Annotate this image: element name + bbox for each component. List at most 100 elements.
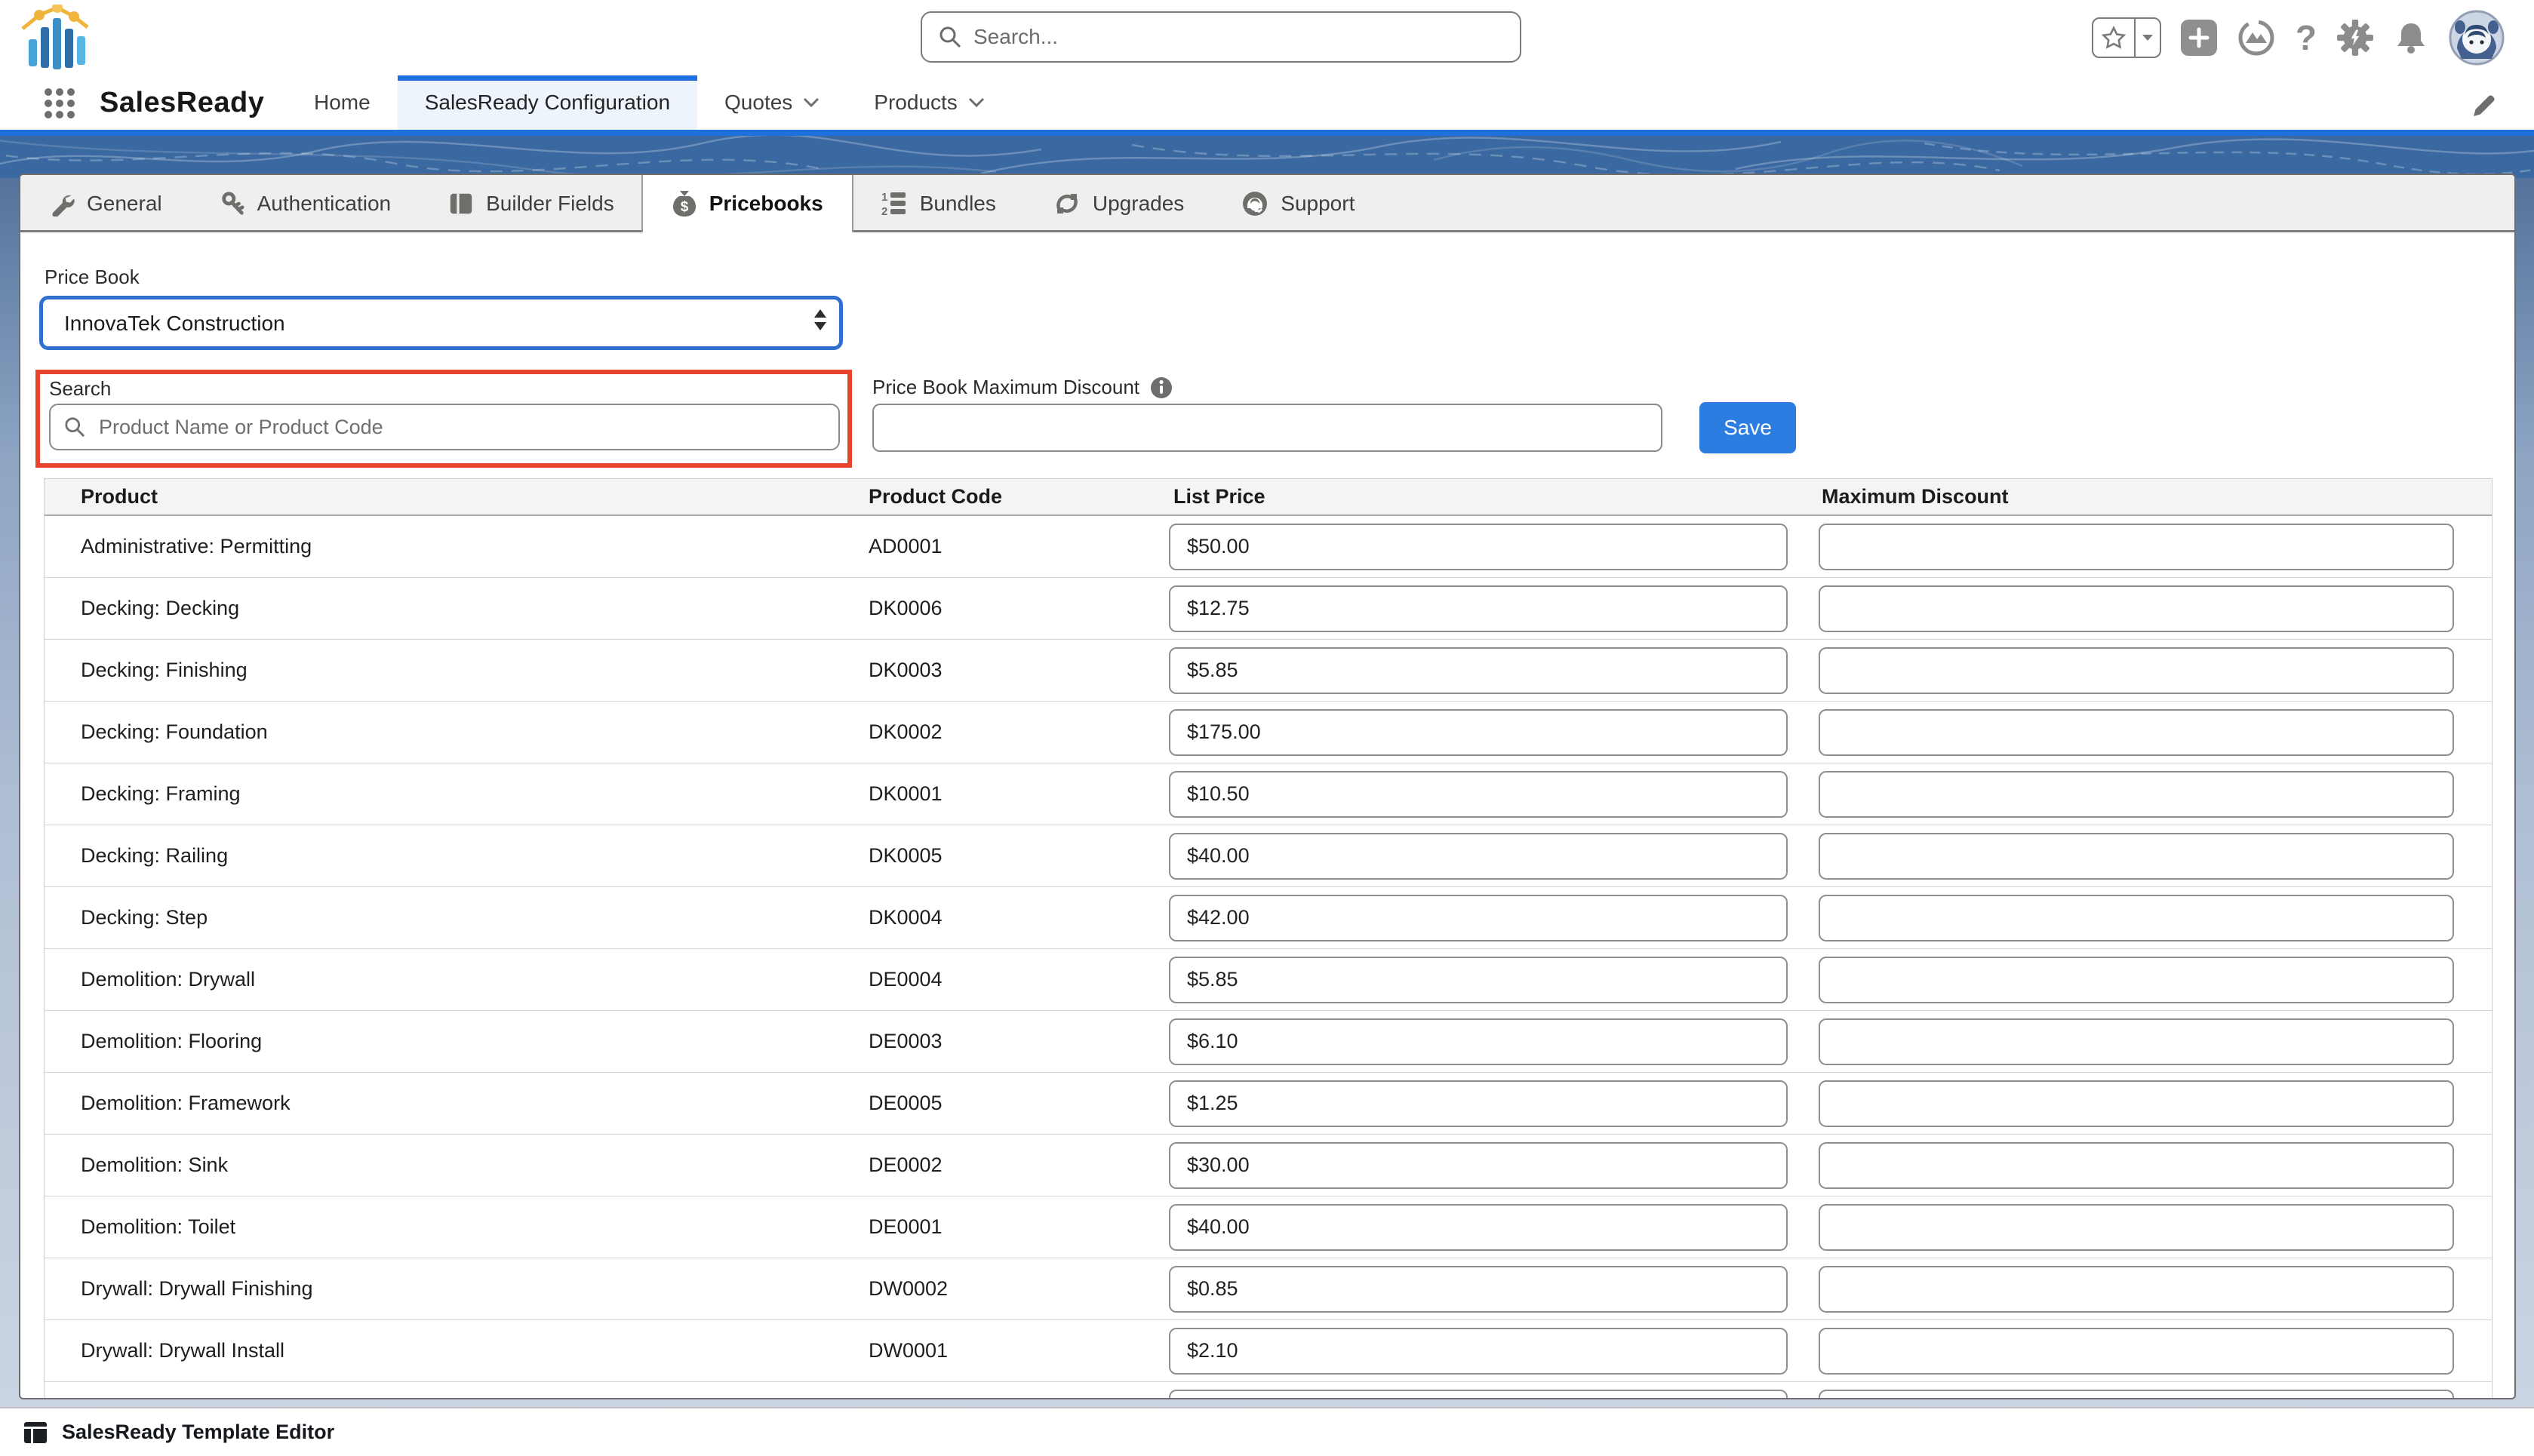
list-price-input[interactable] [1169,1018,1788,1065]
nav-tab-quotes[interactable]: Quotes [697,75,847,130]
product-search-input[interactable] [97,415,776,440]
app-launcher-icon[interactable] [44,88,75,119]
annotation-highlight-box: Search [35,370,852,468]
table-row: Demolition: Flooring DE0003 [45,1011,2492,1073]
guidance-icon[interactable] [2237,18,2276,57]
max-discount-cell-input[interactable] [1819,1142,2454,1189]
product-name: Decking: Railing [45,844,869,868]
utility-bar-label[interactable]: SalesReady Template Editor [62,1421,334,1444]
list-price-input[interactable] [1169,1142,1788,1189]
favorites-button[interactable] [2092,17,2161,58]
money-bag-icon: $ [672,189,697,218]
list-price-input[interactable] [1169,709,1788,756]
product-name: Decking: Foundation [45,720,869,744]
max-discount-cell-input[interactable] [1819,1390,2454,1399]
product-name: Demolition: Drywall [45,968,869,991]
price-book-select-wrap: InnovaTek Construction [39,296,843,350]
help-icon[interactable]: ? [2296,20,2317,55]
list-price-input[interactable] [1169,1328,1788,1375]
max-discount-input[interactable] [872,404,1662,452]
table-row [45,1382,2492,1398]
numbered-list-icon: 1 2 [881,190,908,217]
column-header-maximum-discount: Maximum Discount [1819,485,2492,508]
tab-general[interactable]: General [20,175,191,232]
max-discount-cell-input[interactable] [1819,1266,2454,1313]
max-discount-cell-input[interactable] [1819,1204,2454,1251]
key-icon [220,191,245,217]
table-row: Demolition: Toilet DE0001 [45,1196,2492,1258]
max-discount-cell-input[interactable] [1819,895,2454,941]
max-discount-cell-input[interactable] [1819,709,2454,756]
nav-tab-products[interactable]: Products [847,75,1012,130]
product-name: Demolition: Flooring [45,1030,869,1053]
list-price-input[interactable] [1169,585,1788,632]
salesready-app: ? [0,0,2534,1456]
max-discount-cell-input[interactable] [1819,647,2454,694]
table-header: Product Product Code List Price Maximum … [45,479,2492,516]
max-discount-cell-input[interactable] [1819,1080,2454,1127]
list-price-input[interactable] [1169,1390,1788,1399]
product-code: DW0001 [869,1339,1169,1362]
config-tabstrip: General Authentication B [20,175,2514,232]
product-code: AD0001 [869,535,1169,558]
price-book-label: Price Book [45,266,140,289]
product-name: Decking: Decking [45,597,869,620]
pricebooks-panel: Price Book InnovaTek Construction Search… [20,232,2514,1398]
product-code: DK0003 [869,659,1169,682]
product-name: Demolition: Toilet [45,1215,869,1239]
tab-builder-fields[interactable]: Builder Fields [420,175,643,232]
nav-tab-home[interactable]: Home [287,75,398,130]
star-icon[interactable] [2093,19,2134,57]
favorites-dropdown-icon[interactable] [2134,19,2160,57]
product-code: DE0004 [869,968,1169,991]
product-code: DE0002 [869,1153,1169,1177]
list-price-input[interactable] [1169,1080,1788,1127]
edit-nav-pencil-icon[interactable] [2471,92,2498,123]
max-discount-cell-input[interactable] [1819,585,2454,632]
theme-banner [0,130,2534,178]
list-price-input[interactable] [1169,1204,1788,1251]
table-row: Decking: Finishing DK0003 [45,640,2492,702]
product-code: DE0003 [869,1030,1169,1053]
column-header-product-code: Product Code [869,485,1169,508]
table-row: Drywall: Drywall Finishing DW0002 [45,1258,2492,1320]
list-price-input[interactable] [1169,647,1788,694]
list-price-input[interactable] [1169,895,1788,941]
nav-tab-salesready-configuration[interactable]: SalesReady Configuration [398,75,697,130]
chevron-down-icon[interactable] [803,97,820,108]
price-book-select[interactable]: InnovaTek Construction [39,296,843,350]
tab-bundles[interactable]: 1 2 Bundles [852,175,1025,232]
list-price-input[interactable] [1169,524,1788,570]
list-price-input[interactable] [1169,833,1788,880]
max-discount-cell-input[interactable] [1819,957,2454,1003]
product-search [49,404,840,450]
tab-pricebooks[interactable]: $ Pricebooks [643,175,852,232]
notifications-bell-icon[interactable] [2394,20,2428,55]
max-discount-cell-input[interactable] [1819,1018,2454,1065]
tab-authentication[interactable]: Authentication [191,175,420,232]
max-discount-cell-input[interactable] [1819,771,2454,818]
user-avatar[interactable] [2448,9,2505,66]
global-search [921,11,1521,63]
list-price-input[interactable] [1169,1266,1788,1313]
table-row: Drywall: Drywall Install DW0001 [45,1320,2492,1382]
global-header: ? [0,0,2534,75]
product-code: DK0001 [869,782,1169,806]
global-actions-button[interactable] [2181,20,2217,56]
list-price-input[interactable] [1169,957,1788,1003]
info-icon[interactable] [1150,376,1173,399]
max-discount-cell-input[interactable] [1819,1328,2454,1375]
tab-support[interactable]: Support [1213,175,1383,232]
setup-gear-icon[interactable] [2336,19,2374,57]
list-price-input[interactable] [1169,771,1788,818]
chevron-down-icon[interactable] [968,97,985,108]
global-search-input[interactable] [972,24,1455,50]
max-discount-cell-input[interactable] [1819,524,2454,570]
search-icon [939,26,961,48]
save-button[interactable]: Save [1699,402,1796,453]
table-row: Decking: Framing DK0001 [45,763,2492,825]
max-discount-cell-input[interactable] [1819,833,2454,880]
search-icon [64,416,85,438]
tab-upgrades[interactable]: Upgrades [1025,175,1213,232]
wrench-icon [49,191,75,217]
